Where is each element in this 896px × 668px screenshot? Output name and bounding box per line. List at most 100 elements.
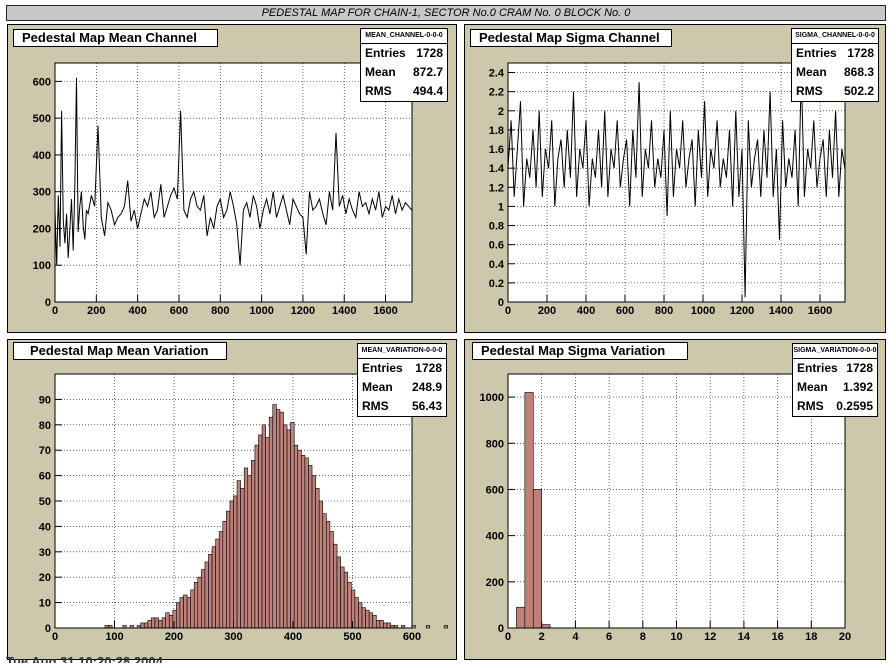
x-tick-label: 1000 [691,305,715,317]
hist-bar [293,444,299,629]
y-tick-label: 600 [486,484,504,496]
x-tick-label: 12 [704,631,716,643]
stats-entries: 1728 [415,361,442,375]
hist-bar [143,622,149,629]
stats-rms: 502.2 [843,84,874,98]
hist-bar [290,421,295,629]
hist-bar [318,500,324,629]
x-tick-label: 20 [839,631,851,643]
x-tick-label: 800 [655,305,673,317]
y-tick-label: 80 [39,420,51,432]
stats-mean: 868.3 [843,65,874,79]
stats-name: MEAN_CHANNEL-0-0-0 [361,29,447,44]
hist-bar [354,597,359,629]
y-tick-label: 0 [498,623,504,635]
y-tick-label: 2 [498,106,504,118]
y-tick-label: 60 [39,471,51,483]
stats-name: MEAN_VARIATION-0-0-0 [358,344,446,359]
stats-name: SIGMA_CHANNEL-0-0-0 [792,29,878,44]
x-tick-label: 1200 [291,305,315,317]
hist-bar [154,617,159,629]
hist-bar [236,480,241,629]
y-tick-label: 0.2 [489,278,504,290]
y-tick-label: 600 [33,76,51,88]
stats-entries-label: Entries [796,46,837,60]
hist-bar [304,457,309,629]
hist-bar [176,602,181,629]
hist-bar [375,620,381,629]
hist-bar [211,546,216,629]
y-tick-label: 500 [33,113,51,125]
hist-bar [443,625,449,629]
plot-title: Pedestal Map Mean Variation [13,342,227,360]
hist-bar [261,424,266,629]
stats-entries: 1728 [846,361,873,375]
hist-bar [147,620,152,629]
x-tick-label: 6 [606,631,612,643]
stats-entries: 1728 [847,46,874,60]
hist-bar [179,597,184,629]
y-tick-label: 0 [45,297,51,309]
hist-bar [308,465,313,629]
y-tick-label: 2.2 [489,87,504,99]
y-tick-label: 70 [39,445,51,457]
x-tick-label: 600 [170,305,188,317]
hist-bar [190,589,195,629]
hist-bar [411,625,416,629]
x-tick-label: 0 [52,631,58,643]
hist-bar [279,411,284,629]
stats-rms-label: RMS [797,399,824,413]
hist-bar [208,554,213,629]
hist-bar [168,614,174,629]
y-tick-label: 90 [39,394,51,406]
stats-rms-label: RMS [362,399,389,413]
x-tick-label: 400 [284,631,302,643]
stats-rms-label: RMS [796,84,823,98]
stats-mean: 872.7 [412,65,443,79]
hist-bar [258,434,263,629]
y-tick-label: 20 [39,572,51,584]
hist-bar [340,566,345,629]
hist-bar [265,437,270,629]
stats-box: SIGMA_CHANNEL-0-0-0 Entries 1728 Mean 868.… [791,28,879,102]
plot-title: Pedestal Map Sigma Variation [472,342,688,360]
x-tick-label: 400 [577,305,595,317]
hist-bar [186,597,191,629]
stats-entries-label: Entries [797,361,838,375]
y-tick-label: 0 [45,623,51,635]
hist-bar [365,609,370,629]
x-tick-label: 300 [224,631,242,643]
y-tick-label: 1000 [480,392,504,404]
hist-bar [311,475,316,629]
stats-mean-label: Mean [797,380,828,394]
hist-bar [251,460,256,629]
x-tick-label: 800 [211,305,229,317]
pad-sigma-variation: 0 2 4 6 8 10 12 14 16 18 20 0 200 400 600 800 1000 Pedes… [464,339,886,660]
y-tick-label: 1.8 [489,125,504,137]
y-tick-label: 0.8 [489,221,504,233]
hist-bar [229,500,234,629]
y-tick-label: 0.6 [489,240,504,252]
hist-bar [254,444,259,629]
x-tick-label: 0 [505,305,511,317]
y-tick-label: 1 [498,201,504,213]
hist-bar [218,531,224,629]
stats-entries-label: Entries [365,46,406,60]
hist-bar [322,513,327,629]
hist-bar [183,594,188,629]
hist-bar [368,612,374,629]
hist-bar [151,617,156,629]
y-tick-label: 200 [33,223,51,235]
x-tick-label: 8 [640,631,646,643]
y-tick-label: 50 [39,496,51,508]
hist-bar [193,581,199,629]
hist-bar [379,620,384,629]
y-tick-label: 1.2 [489,182,504,194]
hist-bar [326,521,331,629]
y-tick-label: 400 [486,531,504,543]
hist-bar [240,488,245,629]
y-tick-label: 200 [486,577,504,589]
stats-mean: 248.9 [411,380,442,394]
y-tick-label: 1.4 [489,163,505,175]
canvas-title: PEDESTAL MAP FOR CHAIN-1, SECTOR No.0 CR… [6,5,886,21]
